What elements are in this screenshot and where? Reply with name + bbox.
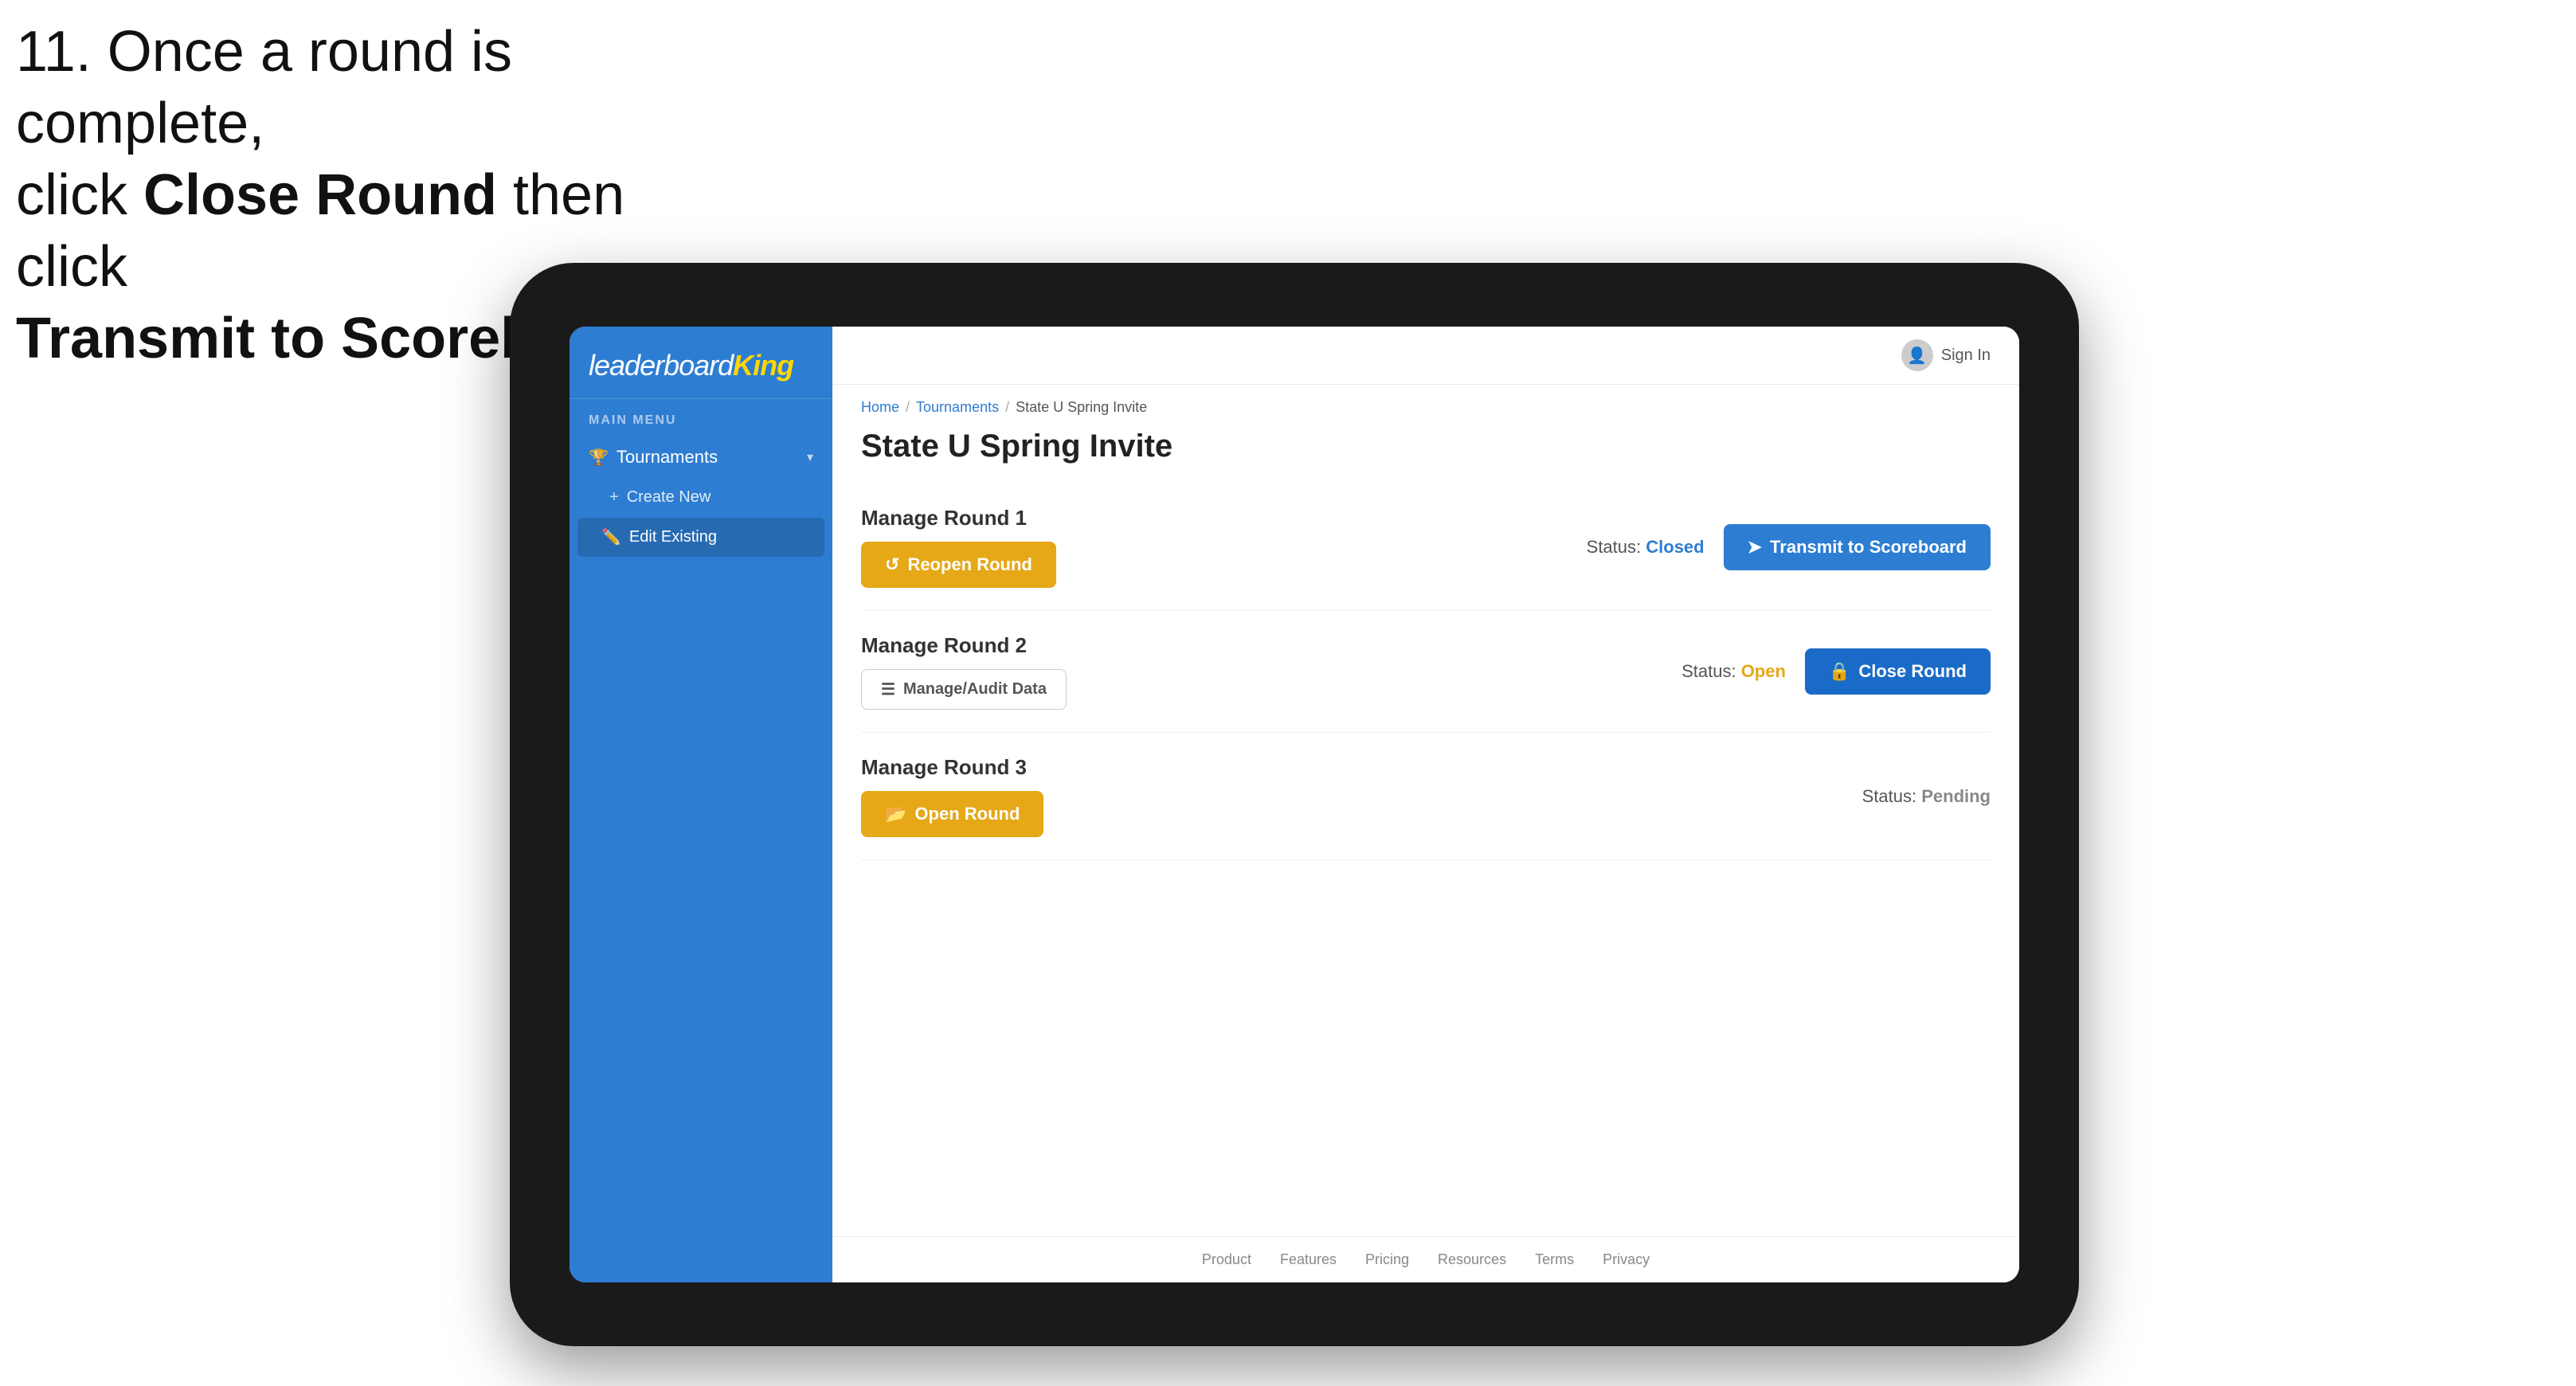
round-1-status: Status: Closed <box>1587 537 1705 558</box>
manage-audit-data-button[interactable]: ☰ Manage/Audit Data <box>861 669 1067 710</box>
round-3-left: Manage Round 3 📂 Open Round <box>861 755 1043 837</box>
round-2-status: Status: Open <box>1681 661 1786 682</box>
edit-icon: ✏️ <box>601 527 621 547</box>
round-3-right: Status: Pending <box>1862 786 1991 807</box>
tablet-device: leaderboardKing MAIN MENU 🏆 Tournaments … <box>510 263 2079 1346</box>
chevron-down-icon: ▾ <box>807 449 813 465</box>
round-2-status-value: Open <box>1741 661 1786 681</box>
reopen-round-button[interactable]: ↺ Reopen Round <box>861 542 1056 588</box>
footer-link-pricing[interactable]: Pricing <box>1365 1251 1409 1268</box>
lock-icon: 🔒 <box>1829 661 1850 682</box>
round-3-row: Manage Round 3 📂 Open Round Status: Pend… <box>861 733 1991 860</box>
round-1-title: Manage Round 1 <box>861 506 1056 531</box>
breadcrumb-sep2: / <box>1005 399 1009 416</box>
round-1-right: Status: Closed ➤ Transmit to Scoreboard <box>1587 524 1991 570</box>
breadcrumb-home[interactable]: Home <box>861 399 899 416</box>
sign-in-button[interactable]: 👤 Sign In <box>1901 339 1991 371</box>
round-2-row: Manage Round 2 ☰ Manage/Audit Data Statu… <box>861 611 1991 733</box>
plus-icon: + <box>609 488 619 507</box>
tablet-screen: leaderboardKing MAIN MENU 🏆 Tournaments … <box>570 327 2019 1282</box>
sidebar-section-label: MAIN MENU <box>570 399 832 436</box>
round-3-status: Status: Pending <box>1862 786 1991 807</box>
round-3-title: Manage Round 3 <box>861 755 1043 780</box>
breadcrumb-current: State U Spring Invite <box>1016 399 1147 416</box>
manage-icon: ☰ <box>881 679 895 699</box>
breadcrumb-tournaments[interactable]: Tournaments <box>916 399 999 416</box>
transmit-icon: ➤ <box>1748 537 1762 558</box>
sidebar: leaderboardKing MAIN MENU 🏆 Tournaments … <box>570 327 832 1282</box>
trophy-icon: 🏆 <box>589 448 609 468</box>
round-2-title: Manage Round 2 <box>861 633 1067 658</box>
round-1-status-value: Closed <box>1646 537 1704 557</box>
app-footer: Product Features Pricing Resources Terms… <box>832 1236 2019 1282</box>
footer-link-product[interactable]: Product <box>1202 1251 1251 1268</box>
breadcrumb-sep1: / <box>906 399 910 416</box>
close-round-button[interactable]: 🔒 Close Round <box>1805 648 1991 695</box>
footer-link-terms[interactable]: Terms <box>1535 1251 1574 1268</box>
sidebar-item-tournaments[interactable]: 🏆 Tournaments ▾ <box>570 436 832 479</box>
top-header: 👤 Sign In <box>832 327 2019 385</box>
page-title: State U Spring Invite <box>832 422 2019 484</box>
sidebar-logo: leaderboardKing <box>570 327 832 399</box>
round-2-right: Status: Open 🔒 Close Round <box>1681 648 1991 695</box>
round-3-status-value: Pending <box>1921 786 1991 806</box>
open-round-button[interactable]: 📂 Open Round <box>861 791 1043 837</box>
avatar: 👤 <box>1901 339 1933 371</box>
sidebar-item-create-new[interactable]: + Create New <box>570 479 832 516</box>
sign-in-label: Sign In <box>1941 346 1991 365</box>
reopen-icon: ↺ <box>885 554 899 575</box>
main-content: 👤 Sign In Home / Tournaments / State U S… <box>832 327 2019 1282</box>
rounds-container: Manage Round 1 ↺ Reopen Round Status: Cl… <box>832 484 2019 1236</box>
footer-link-privacy[interactable]: Privacy <box>1603 1251 1650 1268</box>
round-2-left: Manage Round 2 ☰ Manage/Audit Data <box>861 633 1067 710</box>
breadcrumb: Home / Tournaments / State U Spring Invi… <box>832 385 2019 422</box>
sidebar-item-edit-existing[interactable]: ✏️ Edit Existing <box>577 518 824 557</box>
footer-link-resources[interactable]: Resources <box>1438 1251 1506 1268</box>
footer-link-features[interactable]: Features <box>1280 1251 1337 1268</box>
sidebar-edit-existing-label: Edit Existing <box>629 528 808 546</box>
sidebar-tournaments-label: Tournaments <box>617 447 799 468</box>
open-icon: 📂 <box>885 804 906 824</box>
transmit-to-scoreboard-button[interactable]: ➤ Transmit to Scoreboard <box>1724 524 1991 570</box>
sidebar-create-new-label: Create New <box>627 488 813 507</box>
round-1-row: Manage Round 1 ↺ Reopen Round Status: Cl… <box>861 484 1991 611</box>
round-1-left: Manage Round 1 ↺ Reopen Round <box>861 506 1056 588</box>
